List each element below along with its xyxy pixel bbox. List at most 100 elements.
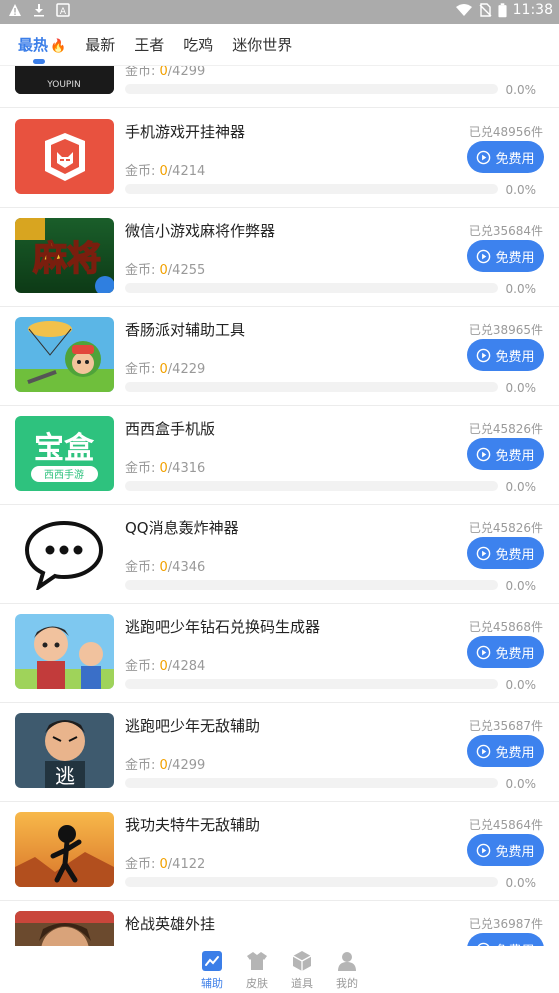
free-use-button[interactable]: 免费用 [467, 636, 544, 668]
list-item[interactable]: 香肠派对辅助工具 已兑38965件 金币: 0/4229 免费用 0.0% [0, 307, 559, 406]
person-icon [338, 952, 356, 971]
free-use-label: 免费用 [495, 547, 535, 563]
exchanged-count: 已兑45826件 [468, 422, 543, 436]
nav-label: 道具 [291, 977, 313, 990]
product-thumbnail [15, 911, 114, 946]
list-item[interactable]: YOUPIN 金币: 0/4299 0.0% [0, 66, 559, 108]
progress-bar [125, 877, 498, 887]
product-list[interactable]: YOUPIN 金币: 0/4299 0.0% 手机游戏开挂神器 已兑48956件… [0, 66, 559, 946]
progress-bar [125, 580, 498, 590]
list-item[interactable]: 逃跑吧少年钻石兑换码生成器 已兑45868件 金币: 0/4284 免费用 0.… [0, 604, 559, 703]
coin-price: 金币: 0/4255 [125, 263, 206, 278]
coin-price: 金币: 0/4284 [125, 659, 206, 674]
tab-mini-world[interactable]: 迷你世界 [232, 34, 292, 55]
progress-bar [125, 84, 498, 94]
status-bar: A 11:38 [0, 0, 559, 24]
tab-newest[interactable]: 最新 [85, 34, 115, 55]
nav-items[interactable]: 道具 [288, 950, 316, 991]
free-use-label: 免费用 [495, 646, 535, 662]
free-use-button[interactable]: 免费用 [467, 339, 544, 371]
list-item[interactable]: 逃 逃跑吧少年无敌辅助 已兑35687件 金币: 0/4299 免费用 0.0% [0, 703, 559, 802]
nav-skins[interactable]: 皮肤 [243, 950, 271, 991]
free-use-label: 免费用 [495, 250, 535, 266]
product-title: 香肠派对辅助工具 [125, 321, 246, 339]
play-icon [477, 843, 491, 857]
progress-bar [125, 778, 498, 788]
product-title: 手机游戏开挂神器 [125, 123, 246, 141]
product-thumbnail: 宝盒 西西手游 [15, 416, 114, 491]
tab-honor-of-kings[interactable]: 王者 [134, 34, 164, 55]
bottom-nav: 辅助 皮肤 道具 我的 [0, 946, 559, 993]
thumb-sub-text: 西西手游 [44, 468, 84, 481]
product-thumbnail [15, 317, 114, 392]
nav-label: 我的 [336, 977, 358, 990]
list-item[interactable]: QQ消息轰炸神器 已兑45826件 金币: 0/4346 免费用 0.0% [0, 505, 559, 604]
progress-bar [125, 283, 498, 293]
shirt-icon [247, 952, 267, 970]
coin-price: 金币: 0/4316 [125, 461, 206, 476]
coin-price: 金币: 0/4229 [125, 362, 206, 377]
thumb-logo-text: 宝盒 [34, 431, 95, 466]
app-a-icon: A [56, 3, 70, 17]
free-use-button[interactable]: 免费用 [467, 438, 544, 470]
product-thumbnail: 逃 [15, 713, 114, 788]
product-thumbnail [15, 119, 114, 194]
free-use-button[interactable]: 免费用 [467, 834, 544, 866]
fire-icon: 🔥 [50, 39, 67, 54]
svg-text:A: A [60, 7, 67, 17]
nav-label: 辅助 [201, 977, 223, 990]
progress-bar [125, 184, 498, 194]
wifi-icon [455, 4, 472, 16]
list-item[interactable]: 宝盒 西西手游 西西盒手机版 已兑45826件 金币: 0/4316 免费用 0.… [0, 406, 559, 505]
product-thumbnail [15, 515, 114, 590]
free-use-button[interactable]: 免费用 [467, 933, 544, 946]
thumb-logo-text: 麻将 [33, 239, 101, 279]
product-title: 西西盒手机版 [125, 420, 216, 438]
tab-label: 最热 [18, 36, 49, 54]
play-icon [477, 546, 491, 560]
play-icon [477, 744, 491, 758]
product-title: 逃跑吧少年无敌辅助 [125, 717, 261, 735]
play-icon [477, 645, 491, 659]
progress-percent: 0.0% [505, 579, 537, 593]
nav-assist[interactable]: 辅助 [198, 950, 226, 991]
exchanged-count: 已兑36987件 [468, 917, 543, 931]
progress-bar [125, 382, 498, 392]
list-item[interactable]: 我功夫特牛无敌辅助 已兑45864件 金币: 0/4122 免费用 0.0% [0, 802, 559, 901]
free-use-label: 免费用 [495, 349, 535, 365]
progress-percent: 0.0% [505, 83, 537, 97]
tab-hottest[interactable]: 最热 🔥 [18, 34, 67, 64]
free-use-label: 免费用 [495, 844, 535, 860]
coin-price: 金币: 0/4122 [125, 857, 206, 872]
free-use-label: 免费用 [495, 448, 535, 464]
cube-icon [292, 951, 312, 971]
coin-price: 金币: 0/4299 [125, 66, 206, 79]
nav-mine[interactable]: 我的 [333, 950, 361, 991]
active-tab-indicator [33, 59, 45, 64]
exchanged-count: 已兑45864件 [468, 818, 543, 832]
free-use-button[interactable]: 免费用 [467, 240, 544, 272]
exchanged-count: 已兑35687件 [468, 719, 543, 733]
tab-pubg[interactable]: 吃鸡 [183, 34, 213, 55]
progress-bar [125, 481, 498, 491]
play-icon [477, 447, 491, 461]
free-use-label: 免费用 [495, 745, 535, 761]
play-icon [477, 150, 491, 164]
category-tabs: 最热 🔥 最新 王者 吃鸡 迷你世界 [0, 24, 559, 66]
free-use-button[interactable]: 免费用 [467, 537, 544, 569]
list-item[interactable]: 枪战英雄外挂 已兑36987件 免费用 [0, 901, 559, 946]
free-use-button[interactable]: 免费用 [467, 141, 544, 173]
progress-percent: 0.0% [505, 777, 537, 791]
clock: 11:38 [512, 2, 553, 18]
list-item[interactable]: 手机游戏开挂神器 已兑48956件 金币: 0/4214 免费用 0.0% [0, 109, 559, 208]
nav-label: 皮肤 [246, 977, 268, 990]
exchanged-count: 已兑38965件 [468, 323, 543, 337]
battery-icon [498, 2, 507, 17]
progress-bar [125, 679, 498, 689]
product-title: 枪战英雄外挂 [125, 915, 216, 933]
warning-icon [9, 4, 21, 16]
list-item[interactable]: 麻将 微信小游戏麻将作弊器 已兑35684件 金币: 0/4255 免费用 0.… [0, 208, 559, 307]
free-use-button[interactable]: 免费用 [467, 735, 544, 767]
free-use-label: 免费用 [495, 151, 535, 167]
thumb-logo-text: 逃 [55, 764, 75, 788]
